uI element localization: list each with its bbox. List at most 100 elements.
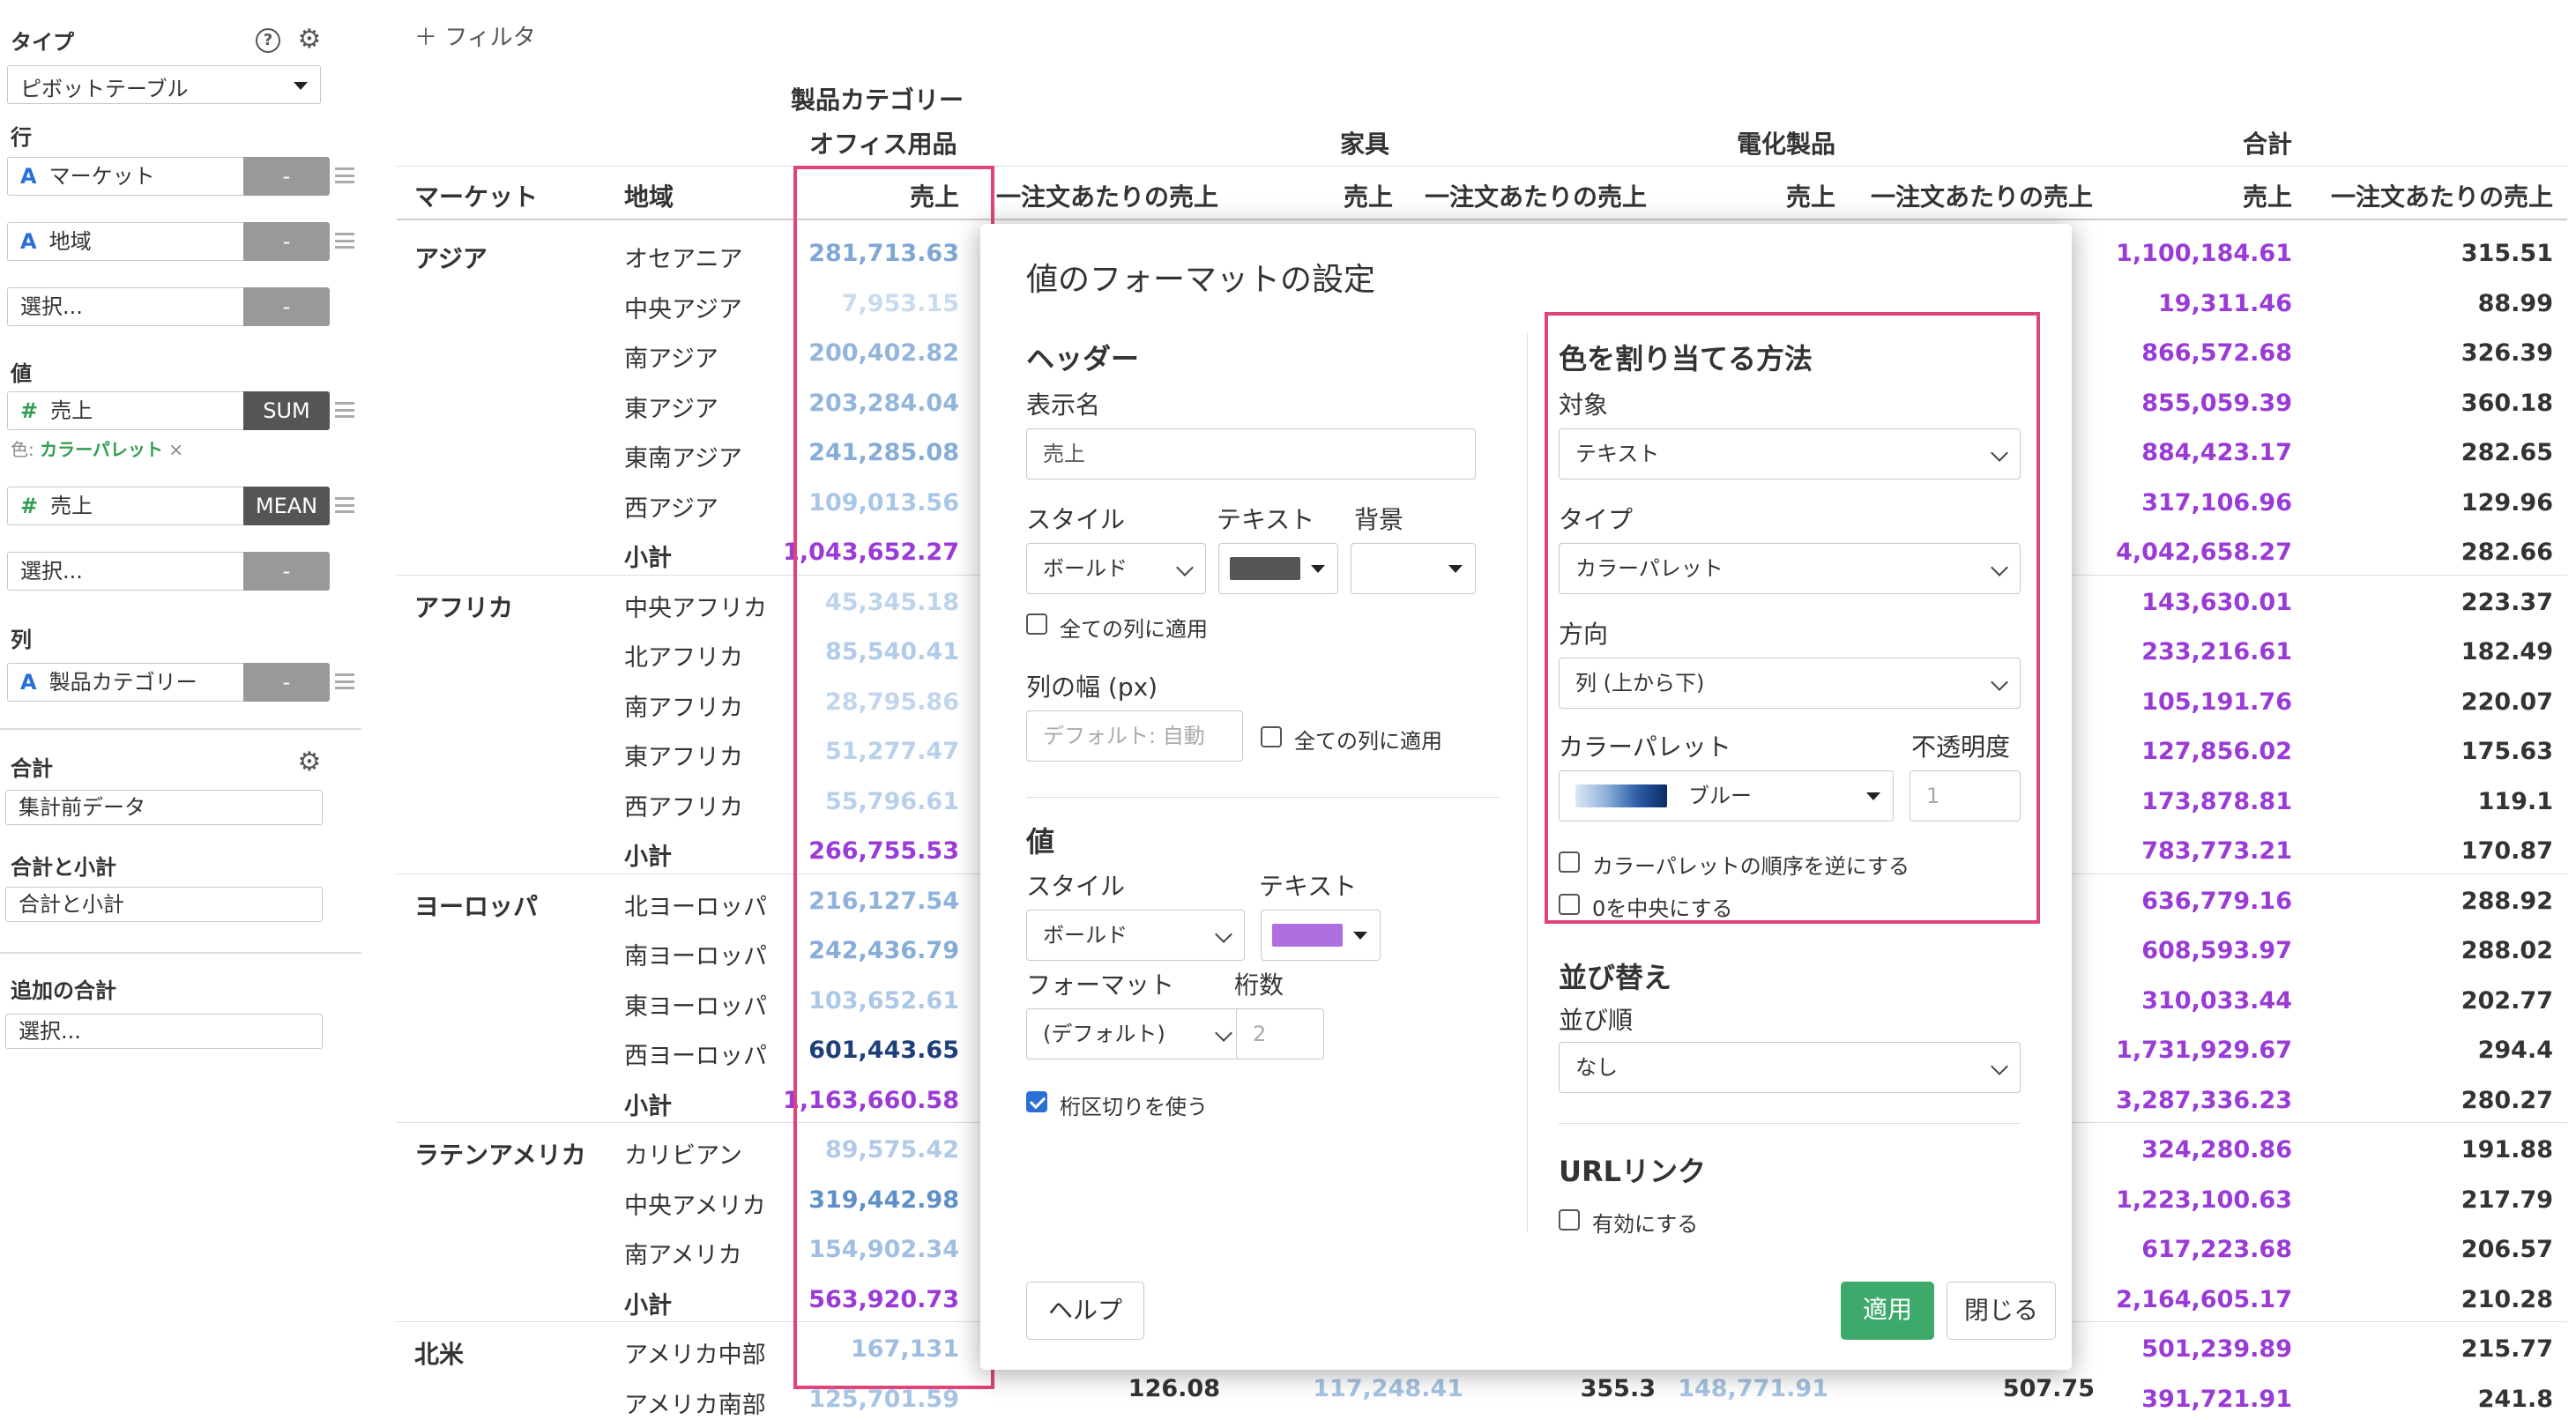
region-cell: 南アメリカ <box>624 1242 742 1269</box>
header-bg-color-picker[interactable] <box>1351 543 1476 594</box>
value-text-color-picker[interactable] <box>1261 910 1381 961</box>
number-type-icon: # <box>20 494 39 518</box>
extra-total-input[interactable]: 選択... <box>5 1014 323 1049</box>
total-sales-cell: 4,042,658.27 <box>2116 539 2292 566</box>
divider <box>0 952 361 954</box>
subtotal-label: 小計 <box>624 1292 672 1320</box>
value-section-title: 値 <box>1026 825 1055 859</box>
total-sales-cell: 636,779.16 <box>2141 888 2292 915</box>
header-style-select[interactable]: ボールド <box>1026 543 1206 594</box>
drag-handle-icon[interactable] <box>335 673 354 689</box>
row-field-remove-button[interactable]: - <box>243 222 330 261</box>
highlight-color-section <box>1545 312 2040 924</box>
total-sales-cell: 317,106.96 <box>2141 489 2292 517</box>
header-text-color-picker[interactable] <box>1218 543 1338 594</box>
metric-header: 売上 <box>1343 182 1393 212</box>
value-style-select[interactable]: ボールド <box>1026 910 1245 961</box>
section-divider <box>1559 1123 2021 1124</box>
number-format-select[interactable]: (デフォルト) <box>1026 1008 1245 1059</box>
color-palette-link[interactable]: カラーパレット <box>40 439 163 460</box>
values-label: 値 <box>11 361 32 386</box>
close-button[interactable]: 閉じる <box>1947 1282 2056 1340</box>
digits-input[interactable]: 2 <box>1236 1008 1324 1059</box>
region-cell: 東ヨーロッパ <box>624 993 767 1021</box>
column-divider <box>1527 333 1528 1232</box>
aggregation-mean-button[interactable]: MEAN <box>243 487 330 525</box>
chevron-down-icon <box>1215 1024 1232 1042</box>
total-avg-cell: 294.4 <box>2477 1037 2553 1064</box>
row-select-button[interactable]: - <box>243 287 330 326</box>
row-header-market: マーケット <box>414 182 539 212</box>
drag-handle-icon[interactable] <box>335 402 354 418</box>
region-cell: 東アジア <box>624 396 718 423</box>
text-type-icon: A <box>20 229 37 254</box>
col-field-remove-button[interactable]: - <box>243 663 330 702</box>
header-section-title: ヘッダー <box>1026 342 1140 375</box>
apply-button[interactable]: 適用 <box>1841 1282 1934 1340</box>
type-label: タイプ <box>11 30 74 55</box>
total-avg-cell: 129.96 <box>2461 489 2553 517</box>
total-avg-cell: 191.88 <box>2461 1136 2553 1164</box>
total-avg-cell: 220.07 <box>2461 688 2553 716</box>
chevron-down-icon <box>1311 565 1325 573</box>
add-filter-button[interactable]: ＋ フィルタ <box>414 19 536 52</box>
total-avg-cell: 215.77 <box>2461 1335 2553 1363</box>
chart-type-select[interactable]: ピボットテーブル <box>7 65 321 104</box>
drag-handle-icon[interactable] <box>335 167 354 183</box>
total-avg-cell: 223.37 <box>2461 589 2553 616</box>
gear-icon[interactable]: ⚙ <box>296 749 323 776</box>
aggregation-sum-button[interactable]: SUM <box>243 391 330 430</box>
total-sales-cell: 783,773.21 <box>2141 837 2292 865</box>
category-electronics: 電化製品 <box>1737 130 1836 159</box>
total-input[interactable]: 集計前データ <box>5 790 323 825</box>
drag-handle-icon[interactable] <box>335 233 354 249</box>
value-format-dialog: 値のフォーマットの設定 ヘッダー 表示名 売上 スタイル テキスト 背景 ボール… <box>980 224 2072 1370</box>
subtotal-input[interactable]: 合計と小計 <box>5 887 323 922</box>
value-select-button[interactable]: - <box>243 552 330 591</box>
row-select-label: 選択... <box>7 287 243 326</box>
apply-all-columns-checkbox[interactable] <box>1026 613 1047 635</box>
thousand-separator-checkbox[interactable] <box>1026 1091 1047 1112</box>
apply-all-columns-width-checkbox[interactable] <box>1261 726 1282 747</box>
total-sales-cell: 391,721.91 <box>2141 1386 2292 1413</box>
total-sales-cell: 105,191.76 <box>2141 688 2292 716</box>
value-field-label: 売上 <box>50 398 93 423</box>
total-sales-cell: 19,311.46 <box>2157 290 2292 317</box>
chevron-down-icon <box>1176 559 1194 576</box>
chevron-down-icon <box>1991 1058 2008 1075</box>
total-avg-cell: 175.63 <box>2461 738 2553 765</box>
region-cell: 中央アフリカ <box>624 595 767 622</box>
url-link-section-title: URLリンク <box>1559 1155 1707 1188</box>
drag-handle-icon[interactable] <box>335 497 354 513</box>
gear-icon[interactable]: ⚙ <box>296 26 323 53</box>
column-width-label: 列の幅 (px) <box>1026 673 1158 702</box>
total-avg-cell: 282.65 <box>2461 439 2553 466</box>
sort-order-select[interactable]: なし <box>1559 1042 2021 1093</box>
region-cell: カリビアン <box>624 1142 742 1170</box>
dialog-title: 値のフォーマットの設定 <box>1026 262 1376 298</box>
help-icon[interactable]: ? <box>256 28 280 53</box>
header-style-value: ボールド <box>1043 556 1128 581</box>
total-sales-cell: 1,223,100.63 <box>2116 1186 2292 1214</box>
total-sales-cell: 884,423.17 <box>2141 439 2292 466</box>
total-sales-cell: 1,100,184.61 <box>2116 240 2292 267</box>
color-setting: 色: カラーパレット × <box>11 435 183 461</box>
region-cell: 南アジア <box>624 346 718 373</box>
row-field-remove-button[interactable]: - <box>243 157 330 196</box>
total-avg-cell: 315.51 <box>2461 240 2553 267</box>
total-sales-cell: 173,878.81 <box>2141 788 2292 815</box>
help-button[interactable]: ヘルプ <box>1026 1282 1144 1340</box>
column-width-input[interactable]: デフォルト: 自動 <box>1026 710 1243 762</box>
apply-all-columns-label: 全ての列に適用 <box>1060 617 1208 642</box>
sort-section-title: 並び替え <box>1559 961 1672 994</box>
close-icon[interactable]: × <box>168 439 183 460</box>
chevron-down-icon <box>1353 932 1367 940</box>
display-name-input[interactable]: 売上 <box>1026 428 1476 480</box>
divider <box>0 728 361 730</box>
text-type-icon: A <box>20 164 37 189</box>
region-cell: 南アフリカ <box>624 695 743 722</box>
metric-header: 売上 <box>1785 182 1835 212</box>
url-enable-checkbox[interactable] <box>1559 1209 1580 1230</box>
number-type-icon: # <box>20 398 39 423</box>
apply-all-columns-width-label: 全ての列に適用 <box>1294 729 1442 754</box>
